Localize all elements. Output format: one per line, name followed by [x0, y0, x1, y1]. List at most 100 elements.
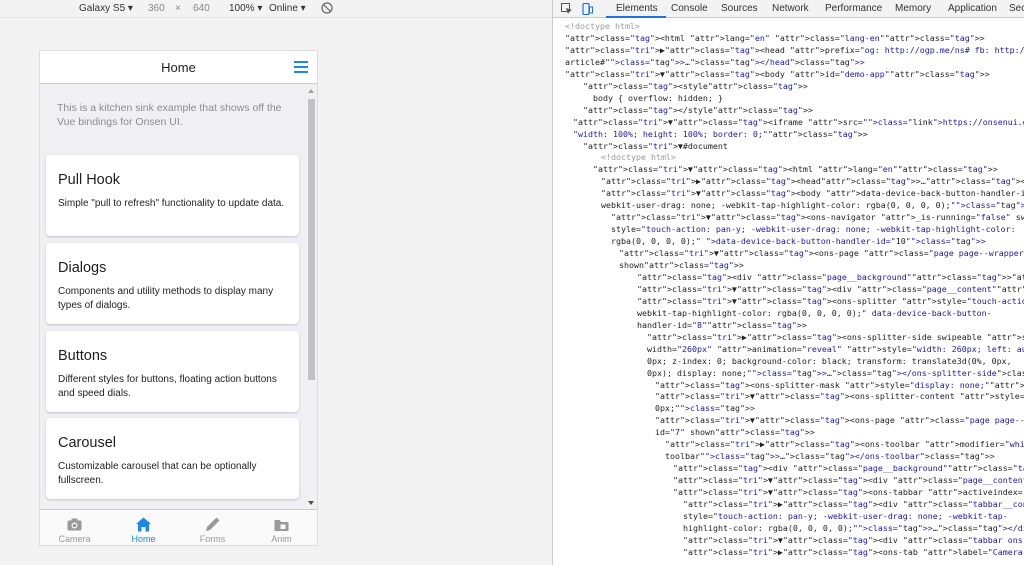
width-field[interactable]: 360: [148, 3, 165, 14]
dom-tree-line[interactable]: "attr">class="tri">▼#document: [583, 141, 728, 153]
dom-tree-line[interactable]: "attr">class="tag"><ons-splitter-mask "a…: [655, 380, 1024, 392]
scroll-thumb[interactable]: [308, 99, 315, 380]
dom-tree-line[interactable]: "attr">class="tri">▼"attr">class="tag"><…: [655, 391, 1024, 403]
height-field[interactable]: 640: [193, 3, 210, 14]
network-select[interactable]: Online ▾: [269, 3, 306, 14]
card-buttons[interactable]: Buttons Different styles for buttons, fl…: [46, 331, 299, 412]
card-description: Components and utility methods to displa…: [58, 286, 274, 311]
devtools-tabbar: Elements Console Sources Network Perform…: [553, 0, 1024, 18]
tab-application[interactable]: Application: [948, 3, 997, 14]
dom-tree-line[interactable]: 0px; z-index: 0; background-color: black…: [647, 356, 1012, 368]
dom-tree-line[interactable]: "attr">class="tri">▶"attr">class="tag"><…: [565, 45, 1024, 57]
menu-icon[interactable]: [294, 61, 308, 73]
tab-security[interactable]: Sec: [1009, 3, 1024, 14]
dom-tree-line[interactable]: "attr">class="tag"><div "attr">class="pa…: [673, 463, 1024, 475]
dom-tree-line[interactable]: "attr">class="tri">▶"attr">class="tag"><…: [647, 332, 1024, 344]
device-emulation-pane: Galaxy S5 ▾ 360 × 640 100% ▾ Online ▾ Ho…: [0, 0, 552, 565]
dom-tree-line[interactable]: "attr">class="tri">▼"attr">class="tag"><…: [637, 284, 1024, 296]
dom-tree-line[interactable]: webkit-tap-highlight-color: rgba(0, 0, 0…: [637, 308, 992, 320]
device-toggle-icon[interactable]: [581, 3, 593, 15]
dom-tree-line[interactable]: width="260px" "attr">animation="reveal" …: [647, 344, 1024, 356]
tab-performance[interactable]: Performance: [825, 3, 882, 14]
phone-viewport: Home This is a kitchen sink example that…: [39, 50, 318, 546]
tab-network[interactable]: Network: [772, 3, 809, 14]
page-title: Home: [161, 60, 196, 75]
card-carousel[interactable]: Carousel Customizable carousel that can …: [46, 418, 299, 499]
dom-tree-line[interactable]: "attr">class="tag"><div "attr">class="pa…: [637, 272, 1024, 284]
dom-tree-line[interactable]: id="7" shown"attr">class="tag">>: [655, 427, 815, 439]
devtools-pane: Elements Console Sources Network Perform…: [552, 0, 1024, 565]
dom-tree-line[interactable]: "attr">class="tri">▼"attr">class="tag"><…: [593, 164, 998, 176]
card-dialogs[interactable]: Dialogs Components and utility methods t…: [46, 243, 299, 324]
dom-tree-line[interactable]: shown"attr">class="tag">>: [619, 260, 744, 272]
dom-tree-line[interactable]: handler-id="8""attr">class="tag">>: [637, 320, 807, 332]
tabbar: Camera Home Forms Anim: [40, 509, 317, 545]
dom-tree-line[interactable]: "attr">class="tri">▼"attr">class="tag"><…: [565, 69, 990, 81]
scrollbar[interactable]: [306, 85, 316, 509]
home-icon: [136, 517, 151, 532]
dom-tree-line[interactable]: <!doctype html>: [565, 21, 640, 33]
tab-label: Camera: [58, 534, 91, 544]
card-title: Carousel: [58, 435, 117, 451]
tab-anim[interactable]: Anim: [247, 510, 316, 545]
folder-icon: [274, 520, 289, 531]
dom-tree-line[interactable]: "attr">class="tri">▶"attr">class="tag"><…: [683, 547, 1024, 559]
tab-label: Anim: [271, 534, 292, 544]
dom-tree-line[interactable]: article#"">class="tag">>…">class="tag"><…: [565, 57, 865, 69]
scroll-down-arrow[interactable]: [308, 501, 314, 505]
dom-tree-line[interactable]: "width: 100%; height: 100%; border: 0;""…: [573, 129, 868, 141]
app-toolbar: Home: [40, 51, 317, 84]
tab-home[interactable]: Home: [109, 510, 178, 545]
card-pull-hook[interactable]: Pull Hook Simple "pull to refresh" funct…: [46, 155, 299, 236]
tab-camera[interactable]: Camera: [40, 510, 109, 545]
home-content[interactable]: This is a kitchen sink example that show…: [40, 85, 317, 509]
dom-tree-line[interactable]: "attr">class="tri">▼"attr">class="tag"><…: [619, 248, 1024, 260]
card-title: Buttons: [58, 348, 108, 364]
dom-tree-line[interactable]: "attr">class="tri">▼"attr">class="tag"><…: [637, 296, 1024, 308]
tab-elements[interactable]: Elements: [616, 3, 658, 14]
dom-tree-line[interactable]: <!doctype html>: [601, 152, 676, 164]
dom-tree-line[interactable]: "attr">class="tri">▼"attr">class="tag"><…: [673, 475, 1024, 487]
zoom-select[interactable]: 100% ▾: [229, 3, 262, 14]
pencil-icon: [206, 517, 220, 531]
dom-tree-line[interactable]: "attr">class="tri">▶"attr">class="tag"><…: [683, 499, 1024, 511]
tab-memory[interactable]: Memory: [895, 3, 931, 14]
rotate-icon[interactable]: [320, 1, 334, 15]
camera-icon: [67, 518, 82, 531]
dom-tree-line[interactable]: style="touch-action: pan-y; -webkit-user…: [611, 224, 1016, 236]
card-description: Different styles for buttons, floating a…: [58, 374, 277, 399]
dom-tree-line[interactable]: "attr">class="tri">▼"attr">class="tag"><…: [573, 117, 1024, 129]
dom-tree-line[interactable]: toolbar"">class="tag">>…">class="tag"></…: [665, 451, 995, 463]
dom-tree-line[interactable]: "attr">class="tri">▼"attr">class="tag"><…: [655, 415, 1024, 427]
tab-label: Forms: [199, 534, 226, 544]
inspect-cursor-icon[interactable]: [561, 3, 573, 15]
card-description: Customizable carousel that can be option…: [58, 461, 257, 486]
dom-tree-line[interactable]: webkit-user-drag: none; -webkit-tap-high…: [601, 200, 1024, 212]
dom-tree[interactable]: <!doctype html> "attr">class="tag"><html …: [553, 19, 1024, 565]
dom-tree-line[interactable]: "attr">class="tri">▼"attr">class="tag"><…: [673, 487, 1024, 499]
card-description: Simple "pull to refresh" functionality t…: [58, 198, 285, 209]
dom-tree-line[interactable]: style="touch-action: pan-y; -webkit-user…: [683, 511, 1008, 523]
dom-tree-line[interactable]: highlight-color: rgba(0, 0, 0, 0);"">cla…: [683, 523, 1024, 535]
tab-sources[interactable]: Sources: [721, 3, 758, 14]
dom-tree-line[interactable]: 0px;"">class="tag">>: [655, 403, 755, 415]
dom-tree-line[interactable]: "attr">class="tri">▼"attr">class="tag"><…: [611, 212, 1024, 224]
active-tab-indicator: [606, 16, 666, 18]
device-select[interactable]: Galaxy S5 ▾: [79, 3, 133, 14]
card-title: Pull Hook: [58, 172, 121, 188]
card-title: Dialogs: [58, 260, 107, 276]
scroll-up-arrow[interactable]: [308, 89, 314, 93]
dom-tree-line[interactable]: "attr">class="tri">▶"attr">class="tag"><…: [665, 439, 1024, 451]
dom-tree-line[interactable]: 0px); display: none;"">class="tag">>…">c…: [647, 368, 1024, 380]
tab-console[interactable]: Console: [671, 3, 708, 14]
tab-label: Home: [131, 534, 156, 544]
dom-tree-line[interactable]: "attr">class="tri">▶"attr">class="tag"><…: [601, 176, 1024, 188]
dom-tree-line[interactable]: "attr">class="tag"><style"attr">class="t…: [583, 81, 808, 93]
tab-forms[interactable]: Forms: [178, 510, 247, 545]
dom-tree-line[interactable]: "attr">class="tri">▼"attr">class="tag"><…: [601, 188, 1024, 200]
dom-tree-line[interactable]: body { overflow: hidden; }: [593, 93, 723, 105]
dom-tree-line[interactable]: "attr">class="tag"></style"attr">class="…: [583, 105, 813, 117]
dom-tree-line[interactable]: rgba(0, 0, 0, 0);" ">data-device-back-bu…: [611, 236, 986, 248]
dom-tree-line[interactable]: "attr">class="tri">▼"attr">class="tag"><…: [683, 535, 1024, 547]
dom-tree-line[interactable]: "attr">class="tag"><html "attr">lang="en…: [565, 33, 985, 45]
